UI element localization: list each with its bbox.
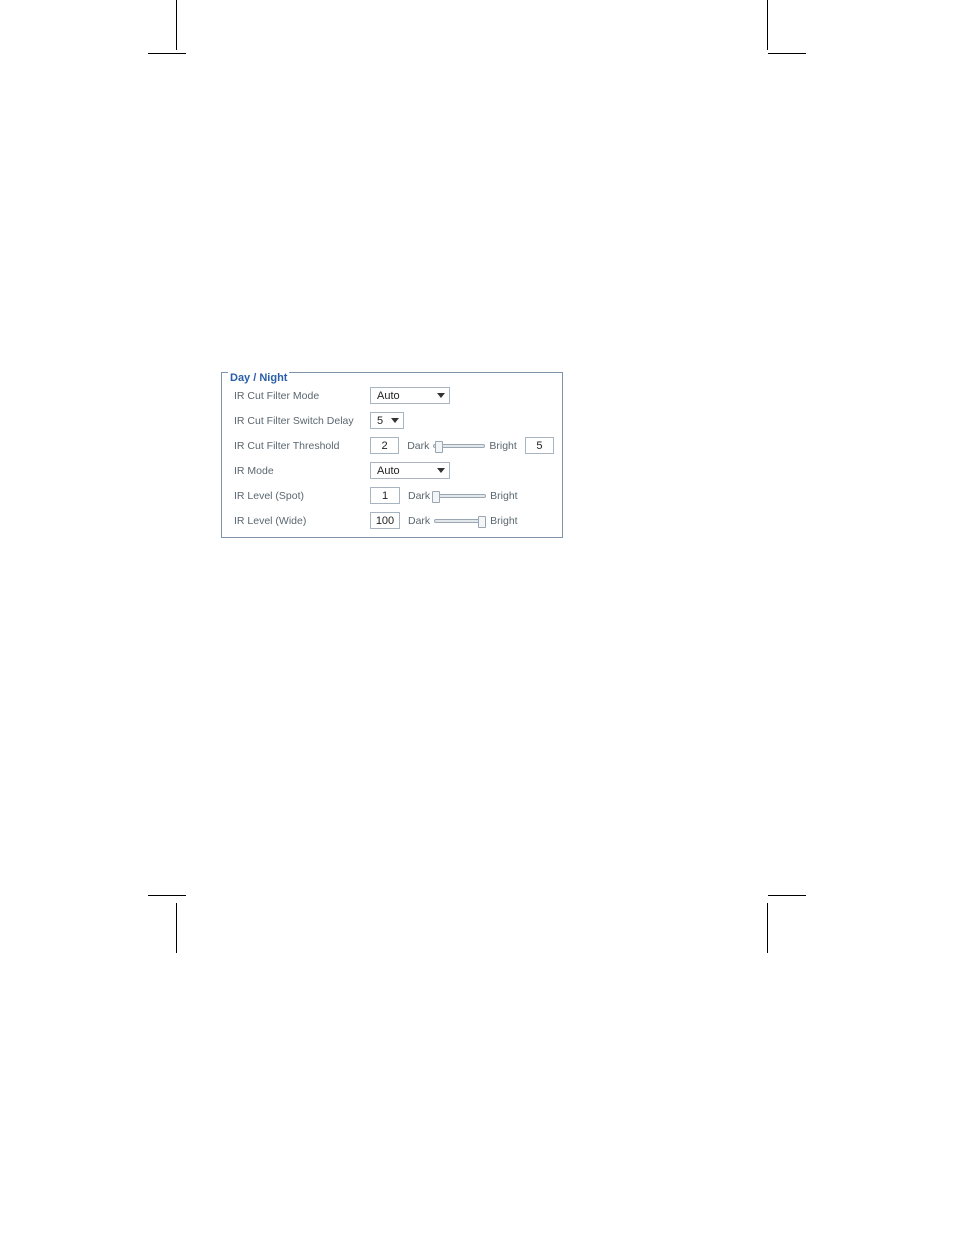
day-night-panel: Day / Night IR Cut Filter Mode Auto IR C…: [221, 372, 563, 538]
slider-thumb[interactable]: [478, 516, 486, 528]
select-ir-cut-filter-mode[interactable]: Auto: [370, 387, 450, 404]
slider-track: [434, 494, 486, 498]
slider-thumb[interactable]: [435, 441, 443, 453]
row-ir-mode: IR Mode Auto: [230, 462, 554, 479]
crop-mark: [768, 53, 806, 54]
slider-ir-cut-filter-threshold[interactable]: [433, 439, 485, 453]
chevron-down-icon: [391, 418, 399, 423]
panel-legend: Day / Night: [228, 372, 289, 384]
label-ir-mode: IR Mode: [230, 465, 370, 477]
slider-label-dark: Dark: [408, 515, 430, 527]
label-ir-cut-filter-threshold: IR Cut Filter Threshold: [230, 440, 370, 452]
slider-ir-level-wide[interactable]: [434, 514, 486, 528]
label-ir-level-spot: IR Level (Spot): [230, 490, 370, 502]
slider-group-spot: Dark Bright: [408, 489, 518, 503]
chevron-down-icon: [437, 393, 445, 398]
input-ir-cut-filter-threshold-right[interactable]: 5: [525, 437, 554, 454]
crop-mark: [148, 53, 186, 54]
crop-mark: [767, 903, 768, 953]
crop-mark: [767, 0, 768, 50]
chevron-down-icon: [437, 468, 445, 473]
crop-mark: [176, 0, 177, 50]
row-ir-cut-filter-switch-delay: IR Cut Filter Switch Delay 5: [230, 412, 554, 429]
label-ir-cut-filter-switch-delay: IR Cut Filter Switch Delay: [230, 415, 370, 427]
slider-thumb[interactable]: [432, 491, 440, 503]
input-ir-level-wide[interactable]: 100: [370, 512, 400, 529]
slider-label-dark: Dark: [407, 440, 429, 452]
select-value: Auto: [377, 390, 400, 402]
slider-ir-level-spot[interactable]: [434, 489, 486, 503]
crop-mark: [768, 895, 806, 896]
slider-group-wide: Dark Bright: [408, 514, 518, 528]
slider-group-threshold: Dark Bright: [407, 439, 517, 453]
row-ir-cut-filter-mode: IR Cut Filter Mode Auto: [230, 387, 554, 404]
label-ir-cut-filter-mode: IR Cut Filter Mode: [230, 390, 370, 402]
label-ir-level-wide: IR Level (Wide): [230, 515, 370, 527]
select-value: Auto: [377, 465, 400, 477]
row-ir-cut-filter-threshold: IR Cut Filter Threshold 2 Dark Bright 5: [230, 437, 554, 454]
input-ir-cut-filter-threshold-left[interactable]: 2: [370, 437, 399, 454]
select-value: 5: [377, 415, 383, 427]
slider-label-bright: Bright: [489, 440, 516, 452]
input-ir-level-spot[interactable]: 1: [370, 487, 400, 504]
slider-label-bright: Bright: [490, 515, 517, 527]
select-ir-mode[interactable]: Auto: [370, 462, 450, 479]
select-ir-cut-filter-switch-delay[interactable]: 5: [370, 412, 404, 429]
crop-mark: [148, 895, 186, 896]
row-ir-level-wide: IR Level (Wide) 100 Dark Bright: [230, 512, 554, 529]
slider-label-bright: Bright: [490, 490, 517, 502]
crop-mark: [176, 903, 177, 953]
slider-label-dark: Dark: [408, 490, 430, 502]
row-ir-level-spot: IR Level (Spot) 1 Dark Bright: [230, 487, 554, 504]
